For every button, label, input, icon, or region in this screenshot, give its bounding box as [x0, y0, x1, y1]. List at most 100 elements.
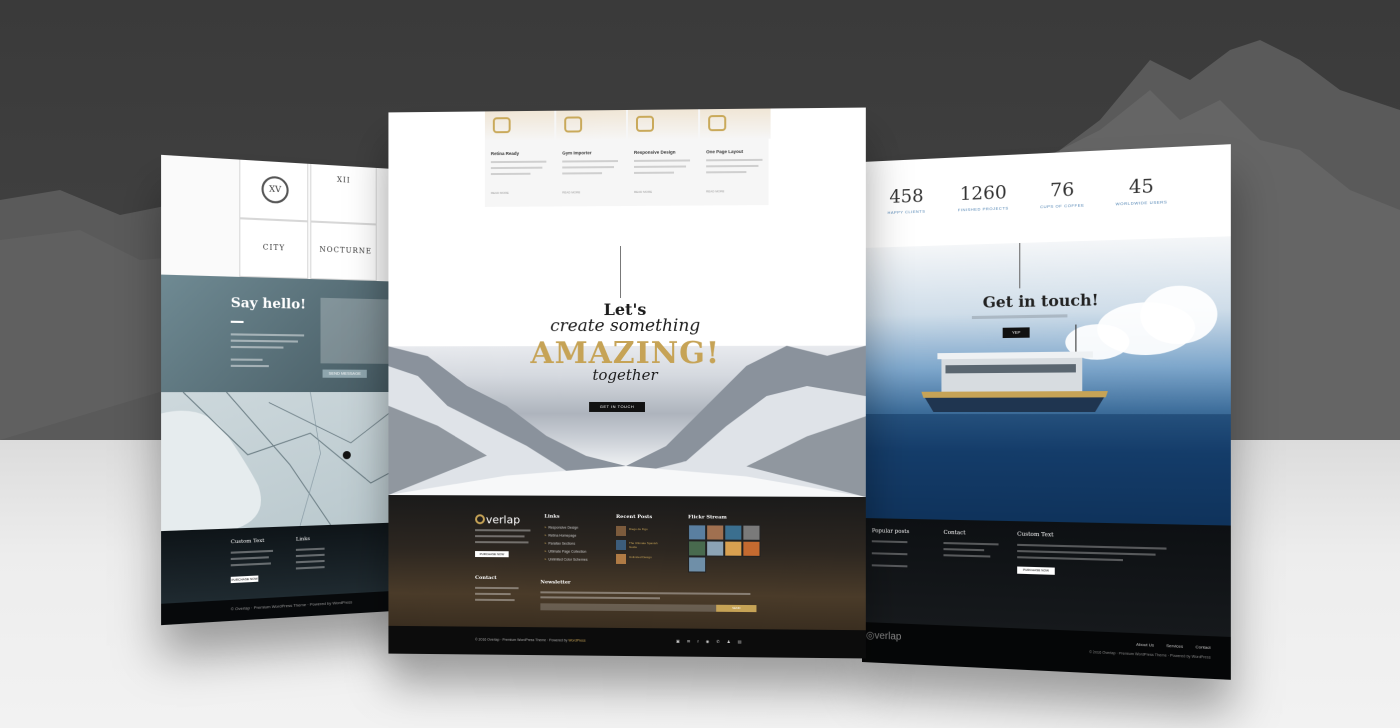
- stat-counter: 45 WORLDWIDE USERS: [1104, 174, 1180, 207]
- post-thumbnail: [616, 525, 626, 537]
- wordpress-link[interactable]: WordPress: [568, 638, 585, 642]
- recent-post[interactable]: Diego de Figo: [616, 525, 658, 538]
- post-title: The Ultimate Spanish Guide: [628, 541, 658, 550]
- nav-services[interactable]: Services: [1166, 643, 1183, 649]
- stat-label: CUPS OF COFFEE: [1040, 202, 1085, 210]
- newsletter-email-input[interactable]: [540, 603, 717, 612]
- text-line: [475, 535, 525, 538]
- stat-counter: 1260 FINISHED PROJECTS: [948, 181, 1020, 213]
- flickr-thumb[interactable]: [688, 540, 707, 557]
- recent-post[interactable]: The Ultimate Spanish Guide: [616, 539, 658, 552]
- footer-link[interactable]: Ultimate Page Collection: [544, 549, 586, 554]
- feature-icon: [492, 117, 511, 134]
- purchase-now-button[interactable]: PURCHASE NOW: [230, 575, 259, 584]
- logo-mark: XII: [336, 175, 351, 185]
- send-message-button[interactable]: SEND MESSAGE: [322, 369, 367, 378]
- copyright-text: © 2016 Overlap · Premium WordPress Theme…: [475, 638, 586, 643]
- text-line: [475, 541, 529, 544]
- text-line: [871, 552, 908, 556]
- left-page-mockup: XV XII CITY NOCTURNE Say hello! SEND MES…: [161, 154, 410, 626]
- right-page-mockup: 458 HAPPY CLIENTS 1260 FINISHED PROJECTS…: [862, 144, 1231, 680]
- feature-title: Gym Importer: [562, 150, 592, 156]
- flickr-thumb[interactable]: [688, 556, 707, 573]
- text-line: [1017, 543, 1167, 550]
- text-line: [562, 160, 619, 163]
- client-logo-1: XV: [239, 159, 309, 222]
- copyright-text: © 2016 Overlap · Premium WordPress Theme…: [1089, 650, 1211, 660]
- overlap-logo[interactable]: ◎verlap: [866, 630, 901, 643]
- text-line: [943, 554, 991, 558]
- read-more-link[interactable]: READ MORE: [634, 190, 652, 194]
- read-more-link[interactable]: READ MORE: [491, 191, 509, 195]
- divider-line: [620, 246, 622, 299]
- footer-link[interactable]: Retina Homepage: [544, 534, 576, 538]
- post-title: Unlimited Design: [628, 555, 652, 560]
- text-line: [1017, 556, 1123, 562]
- recent-post[interactable]: Unlimited Design: [616, 553, 658, 566]
- logo-mark: CITY: [262, 243, 286, 253]
- flickr-thumb[interactable]: [742, 524, 761, 541]
- stat-counter: 76 CUPS OF COFFEE: [1025, 178, 1099, 210]
- text-line: [230, 556, 269, 561]
- footer-link[interactable]: Responsive Design: [544, 526, 578, 530]
- text-line: [490, 172, 531, 176]
- feature-card[interactable]: Gym Importer READ MORE: [556, 109, 626, 206]
- get-in-touch-button[interactable]: GET IN TOUCH: [589, 401, 645, 413]
- text-line: [633, 159, 691, 162]
- feature-card[interactable]: Retina Ready READ MORE: [484, 110, 555, 207]
- social-icons[interactable]: ▣ ✉ f ◉ ✆ ♟ ▤: [676, 638, 744, 644]
- purchase-now-button[interactable]: PURCHASE NOW: [475, 551, 509, 558]
- text-line: [633, 171, 675, 174]
- text-line: [230, 562, 271, 567]
- flickr-thumb[interactable]: [706, 540, 725, 557]
- text-line: [295, 566, 325, 570]
- client-logos-section: XV XII CITY NOCTURNE: [161, 154, 410, 282]
- purchase-now-button[interactable]: PURCHASE NOW: [1017, 566, 1055, 575]
- logo-mark: XV: [261, 175, 289, 204]
- footer-link[interactable]: Unlimited Color Schemes: [544, 557, 587, 561]
- text-line: [540, 596, 660, 600]
- text-line: [943, 548, 985, 552]
- client-logo-4: NOCTURNE: [310, 221, 377, 282]
- flickr-thumb[interactable]: [706, 524, 725, 541]
- footer-nav: About Us Services Contact: [1125, 641, 1211, 650]
- read-more-link[interactable]: READ MORE: [706, 189, 724, 193]
- map-illustration: [161, 392, 410, 532]
- footer-heading: Custom Text: [230, 537, 265, 546]
- overlap-logo[interactable]: verlap: [475, 513, 520, 526]
- flickr-thumb[interactable]: [688, 524, 707, 541]
- stat-label: FINISHED PROJECTS: [957, 205, 1009, 213]
- map-section[interactable]: [161, 392, 410, 532]
- flickr-thumb[interactable]: [724, 524, 743, 541]
- text-line: [490, 160, 547, 164]
- text-line: [706, 171, 747, 174]
- nav-contact[interactable]: Contact: [1195, 644, 1210, 650]
- feature-card[interactable]: One Page Layout READ MORE: [700, 108, 771, 206]
- text-line: [230, 549, 274, 554]
- text-line: [475, 598, 515, 602]
- stats-section: 458 HAPPY CLIENTS 1260 FINISHED PROJECTS…: [862, 144, 1231, 248]
- text-line: [706, 158, 763, 162]
- flickr-thumb[interactable]: [742, 540, 761, 557]
- flickr-thumb[interactable]: [724, 540, 743, 557]
- text-line: [871, 540, 908, 544]
- logo-text: verlap: [874, 630, 902, 643]
- stat-label: WORLDWIDE USERS: [1115, 199, 1168, 207]
- title-underline: [230, 320, 244, 324]
- logo-ring-icon: [475, 514, 485, 525]
- feature-card[interactable]: Responsive Design READ MORE: [627, 109, 699, 206]
- nav-about-us[interactable]: About Us: [1136, 642, 1154, 648]
- stat-number: 1260: [959, 181, 1007, 206]
- text-line: [706, 164, 759, 168]
- footer-link[interactable]: Parallax Sections: [544, 542, 575, 546]
- features-section: Retina Ready READ MORE Gym Importer READ…: [484, 108, 771, 207]
- text-line: [871, 564, 908, 568]
- text-line: [475, 592, 511, 596]
- footer-heading: Recent Posts: [616, 513, 653, 521]
- newsletter-send-button[interactable]: SEND: [716, 604, 757, 613]
- text-line: [230, 364, 269, 368]
- logo-text: verlap: [485, 513, 521, 527]
- stat-counter: 458 HAPPY CLIENTS: [872, 185, 942, 216]
- hero-line-together: together: [592, 365, 658, 385]
- read-more-link[interactable]: READ MORE: [562, 190, 580, 194]
